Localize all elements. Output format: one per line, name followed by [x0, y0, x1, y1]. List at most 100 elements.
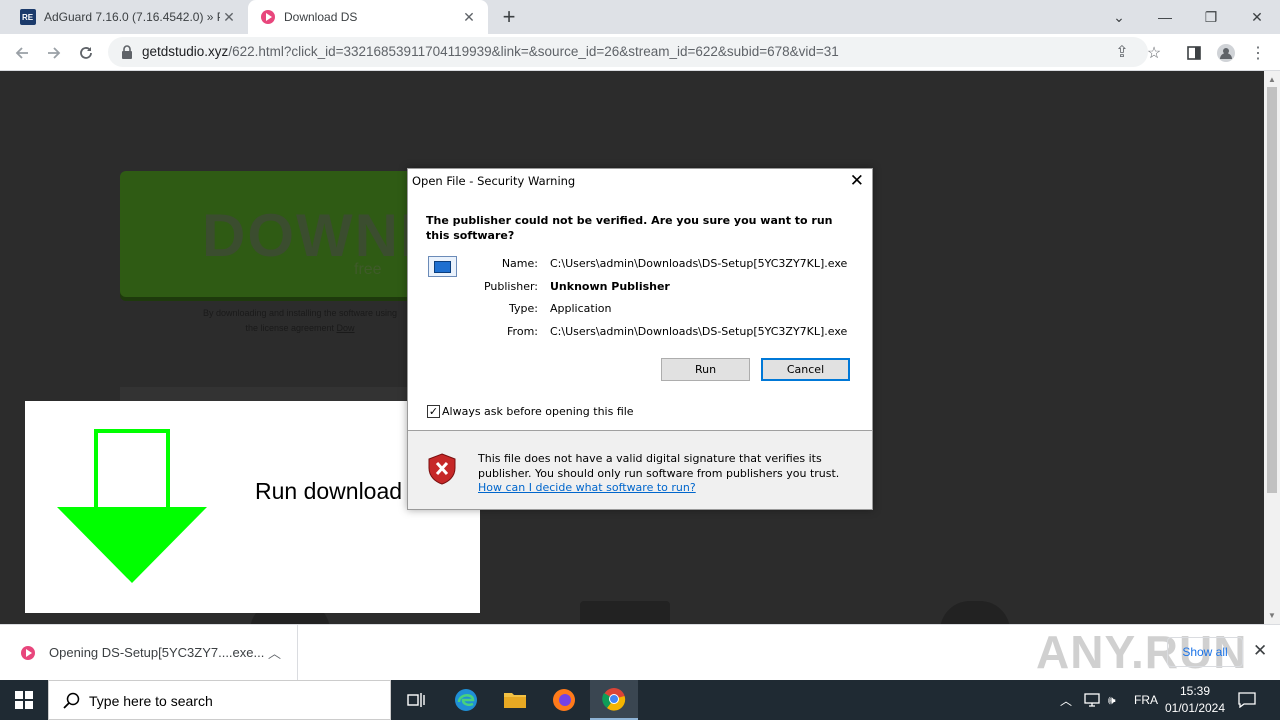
- taskbar-clock[interactable]: 15:39 01/01/2024: [1158, 683, 1232, 717]
- chrome-icon[interactable]: [590, 680, 638, 720]
- tab-adguard[interactable]: RE AdGuard 7.16.0 (7.16.4542.0) » Pe ✕: [8, 0, 248, 34]
- name-value: C:\Users\admin\Downloads\DS-Setup[5YC3ZY…: [550, 257, 848, 270]
- shield-warning-icon: [428, 453, 456, 485]
- download-button[interactable]: DOWNL free: [120, 171, 450, 297]
- lock-icon[interactable]: [120, 44, 134, 60]
- close-tab-icon[interactable]: ✕: [460, 8, 478, 26]
- terms-text: By downloading and installing the softwa…: [150, 306, 450, 336]
- dialog-heading: The publisher could not be verified. Are…: [426, 214, 833, 242]
- search-icon: [63, 692, 80, 709]
- folder-glyph: [504, 693, 526, 708]
- notification-glyph: [1238, 692, 1256, 708]
- forward-button[interactable]: [40, 39, 68, 67]
- forward-arrow-icon: [48, 47, 61, 59]
- terms-line-2: the license agreement Dow: [150, 321, 450, 336]
- browser-toolbar: getdstudio.xyz/622.html?click_id=3321685…: [0, 34, 1280, 71]
- always-ask-label[interactable]: Always ask before opening this file: [442, 405, 634, 418]
- scroll-down-icon[interactable]: ▼: [1268, 611, 1276, 620]
- tray-chevron-icon[interactable]: ︿: [1060, 680, 1072, 720]
- scroll-up-icon[interactable]: ▲: [1268, 75, 1276, 84]
- dialog-titlebar[interactable]: Open File - Security Warning ✕: [408, 169, 872, 193]
- reload-button[interactable]: [72, 39, 100, 67]
- download-button-label: DOWNL: [202, 202, 439, 269]
- windows-taskbar: Type here to search ︿ 🕪 FRA 15:39 01/01/…: [0, 680, 1280, 720]
- network-icon[interactable]: [1084, 680, 1100, 720]
- terms-link[interactable]: Dow: [337, 323, 355, 333]
- signature-warning-text: This file does not have a valid digital …: [478, 452, 840, 480]
- security-warning-dialog: Open File - Security Warning ✕ The publi…: [407, 168, 873, 510]
- task-view-glyph: [407, 693, 425, 707]
- dialog-footer: This file does not have a valid digital …: [408, 431, 872, 509]
- anyrun-favicon-icon: RE: [20, 9, 36, 25]
- tab-download-ds[interactable]: Download DS ✕: [248, 0, 488, 34]
- chrome-glyph: [602, 688, 626, 711]
- close-download-bar-icon[interactable]: ✕: [1253, 641, 1267, 661]
- name-label: Name:: [501, 257, 538, 270]
- edge-icon[interactable]: [442, 680, 490, 720]
- notifications-icon[interactable]: [1238, 680, 1256, 720]
- close-tab-icon[interactable]: ✕: [220, 8, 238, 26]
- address-bar[interactable]: getdstudio.xyz/622.html?click_id=3321685…: [108, 37, 1148, 67]
- profile-icon: [1217, 44, 1235, 62]
- kebab-menu-icon[interactable]: ⋮: [1244, 39, 1272, 67]
- tab-title: Download DS: [284, 10, 358, 24]
- scroll-thumb[interactable]: [1267, 87, 1277, 493]
- back-button[interactable]: [8, 39, 36, 67]
- dialog-title: Open File - Security Warning: [412, 174, 576, 188]
- windows-logo-icon: [15, 691, 33, 709]
- tab-title: AdGuard 7.16.0 (7.16.4542.0) » Pe: [44, 10, 220, 24]
- tab-strip: RE AdGuard 7.16.0 (7.16.4542.0) » Pe ✕ D…: [0, 0, 1280, 34]
- language-indicator[interactable]: FRA: [1134, 680, 1158, 720]
- close-window-button[interactable]: ✕: [1234, 0, 1280, 34]
- page-scrollbar[interactable]: ▲ ▼: [1264, 71, 1280, 624]
- back-arrow-icon: [15, 47, 28, 59]
- from-label: From:: [507, 325, 538, 338]
- cancel-button[interactable]: Cancel: [761, 358, 850, 381]
- run-button[interactable]: Run: [661, 358, 750, 381]
- taskbar-search-box[interactable]: Type here to search: [48, 680, 391, 720]
- help-link[interactable]: How can I decide what software to run?: [478, 481, 696, 494]
- application-file-icon: [428, 256, 457, 277]
- url-text: getdstudio.xyz/622.html?click_id=3321685…: [142, 44, 839, 59]
- share-icon[interactable]: ⇪: [1108, 38, 1136, 66]
- always-ask-checkbox[interactable]: ✓: [427, 405, 440, 418]
- type-value: Application: [550, 302, 612, 315]
- clock-date: 01/01/2024: [1164, 701, 1226, 715]
- dialog-close-icon[interactable]: ✕: [850, 171, 864, 191]
- terms-line-1: By downloading and installing the softwa…: [202, 308, 398, 318]
- url-path: /622.html?click_id=33216853911704119939&…: [228, 44, 839, 59]
- new-tab-button[interactable]: +: [496, 5, 522, 31]
- start-button[interactable]: [0, 680, 48, 720]
- restore-button[interactable]: ❐: [1188, 0, 1234, 34]
- download-button-sublabel: free: [354, 261, 382, 278]
- bookmark-star-icon[interactable]: ☆: [1140, 39, 1168, 67]
- edge-glyph: [455, 689, 477, 711]
- file-explorer-icon[interactable]: [491, 680, 539, 720]
- profile-avatar[interactable]: [1212, 39, 1240, 67]
- svg-text:RE: RE: [22, 13, 34, 22]
- firefox-icon[interactable]: [540, 680, 588, 720]
- minimize-button[interactable]: —: [1142, 0, 1188, 34]
- url-host: getdstudio.xyz: [142, 44, 229, 59]
- clock-time: 15:39: [1179, 684, 1211, 698]
- search-placeholder: Type here to search: [89, 693, 213, 709]
- download-item[interactable]: Opening DS-Setup[5YC3ZY7....exe... ︿: [0, 625, 298, 681]
- background-shape: [580, 601, 670, 624]
- ds-file-icon: [21, 646, 35, 660]
- tab-search-chevron-icon[interactable]: ⌄: [1096, 0, 1142, 34]
- dialog-body: The publisher could not be verified. Are…: [408, 193, 872, 430]
- network-glyph: [1084, 693, 1100, 707]
- type-label: Type:: [509, 302, 538, 315]
- side-panel-icon[interactable]: [1180, 39, 1208, 67]
- green-down-arrow-icon: [57, 429, 207, 583]
- download-item-name: Opening DS-Setup[5YC3ZY7....exe...: [49, 645, 265, 660]
- ds-favicon-icon: [261, 10, 275, 24]
- chevron-up-icon[interactable]: ︿: [268, 643, 281, 662]
- task-view-icon[interactable]: [392, 680, 440, 720]
- volume-icon[interactable]: 🕪: [1108, 680, 1116, 720]
- background-shape: [940, 601, 1010, 624]
- show-all-button[interactable]: Show all: [1167, 637, 1243, 667]
- download-bar: Opening DS-Setup[5YC3ZY7....exe... ︿ ANY…: [0, 624, 1280, 681]
- side-panel-glyph: [1187, 46, 1201, 60]
- firefox-glyph: [553, 689, 575, 711]
